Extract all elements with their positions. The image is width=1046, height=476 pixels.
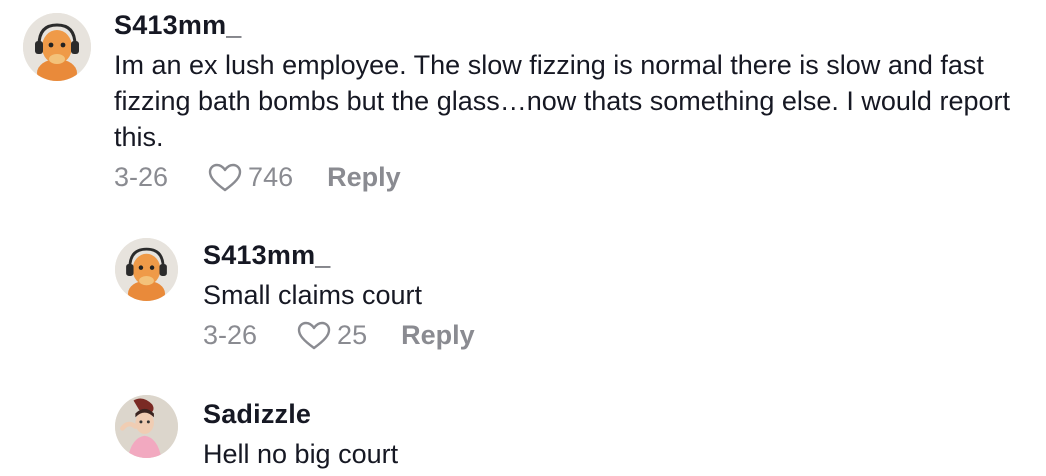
comment-username[interactable]: Sadizzle: [203, 399, 311, 430]
cartoon-woman-avatar-icon: [115, 395, 178, 458]
user-avatar[interactable]: [23, 13, 91, 81]
comment-meta: 3-26 25 Reply: [203, 320, 475, 351]
reply-button[interactable]: Reply: [327, 162, 401, 193]
heart-icon: [208, 163, 242, 191]
user-avatar[interactable]: [115, 395, 178, 458]
reply-button[interactable]: Reply: [401, 320, 475, 351]
reply-item: S413mm_ Small claims court 3-26 25 Reply: [0, 220, 1046, 360]
comment-text: Im an ex lush employee. The slow fizzing…: [114, 50, 1010, 152]
comment-meta: 3-26 746 Reply: [114, 162, 401, 193]
reply-item: Sadizzle Hell no big court: [0, 380, 1046, 476]
like-button[interactable]: 746: [208, 162, 293, 193]
comment-date: 3-26: [114, 162, 169, 192]
comment-text: Small claims court: [203, 280, 423, 310]
comment-item: S413mm_ Im an ex lush employee. The slow…: [0, 0, 1046, 200]
charmander-headphones-avatar-icon: [23, 13, 91, 81]
comment-username[interactable]: S413mm_: [203, 240, 331, 271]
comment-username[interactable]: S413mm_: [114, 10, 242, 41]
user-avatar[interactable]: [115, 238, 178, 301]
charmander-headphones-avatar-icon: [115, 238, 178, 301]
like-count: 746: [248, 162, 294, 192]
comment-text: Hell no big court: [203, 439, 399, 469]
like-count: 25: [337, 320, 368, 350]
like-button[interactable]: 25: [297, 320, 367, 351]
heart-icon: [297, 321, 331, 349]
comment-date: 3-26: [203, 320, 258, 350]
